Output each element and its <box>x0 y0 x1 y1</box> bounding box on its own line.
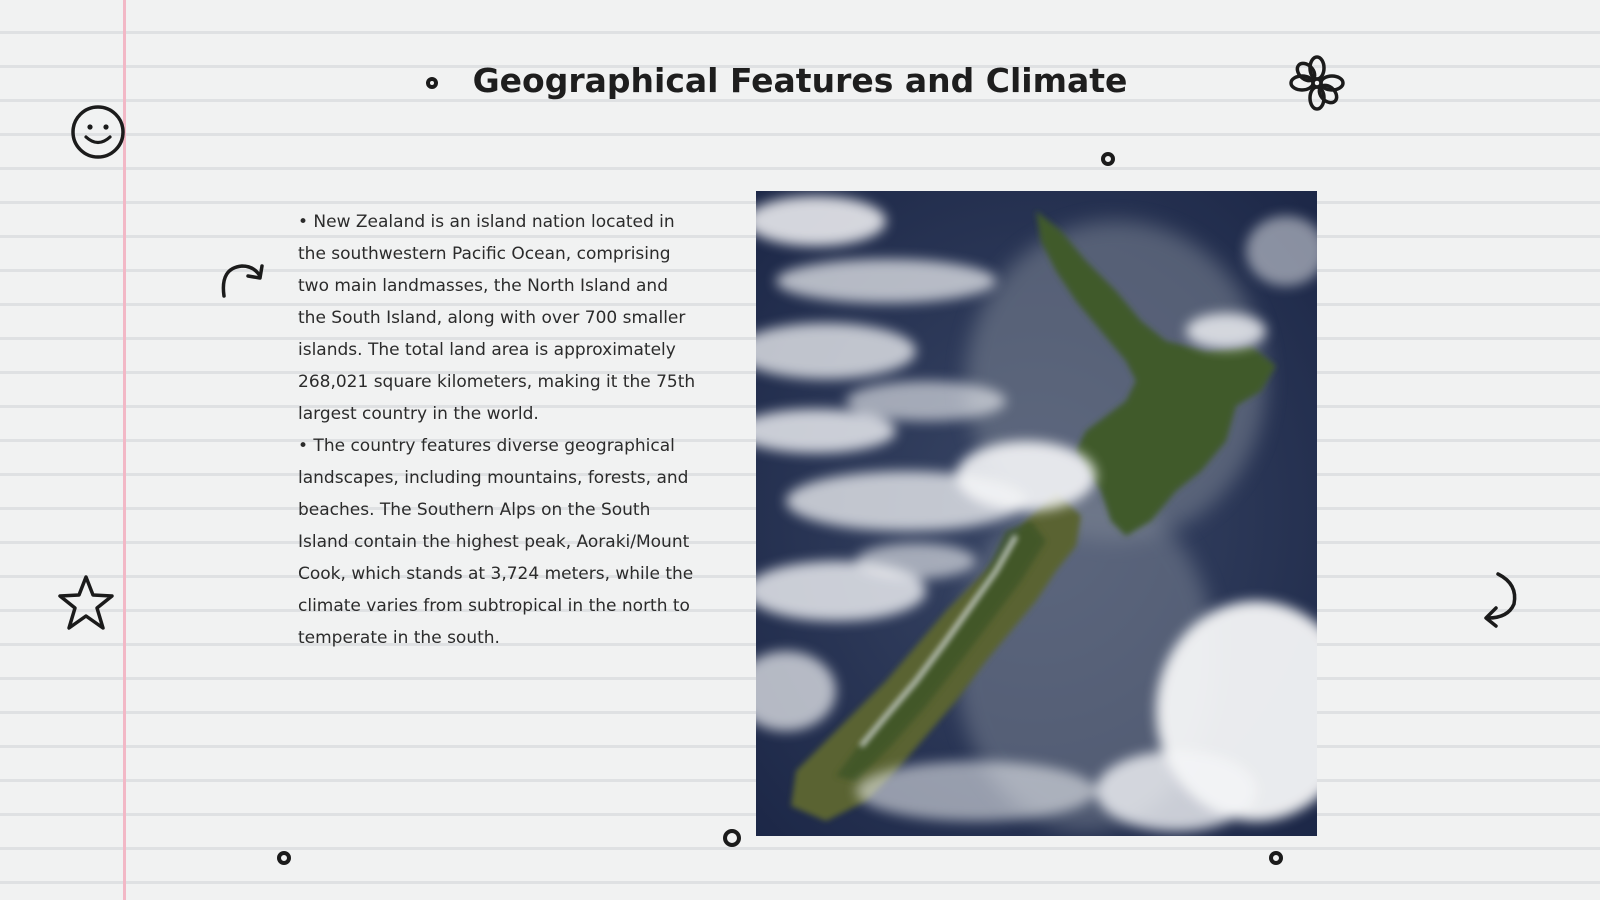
smiley-icon <box>71 105 125 159</box>
ring-dot-decoration <box>277 851 291 865</box>
curved-arrow-down-left-icon <box>1484 572 1517 628</box>
curved-arrow-right-icon <box>221 264 264 298</box>
ring-dot-decoration <box>426 77 438 89</box>
ring-dot-decoration <box>723 829 741 847</box>
body-text: • New Zealand is an island nation locate… <box>298 206 698 654</box>
satellite-image-new-zealand <box>756 191 1317 836</box>
bullet-paragraph: • The country features diverse geographi… <box>298 436 694 648</box>
satellite-image-art <box>756 191 1317 836</box>
ring-dot-decoration <box>1101 152 1115 166</box>
flower-icon <box>1289 55 1345 111</box>
bullet-paragraph: • New Zealand is an island nation locate… <box>298 212 696 424</box>
ring-dot-decoration <box>1269 851 1283 865</box>
slide-title: Geographical Features and Climate <box>472 61 1128 100</box>
star-icon <box>58 575 114 630</box>
